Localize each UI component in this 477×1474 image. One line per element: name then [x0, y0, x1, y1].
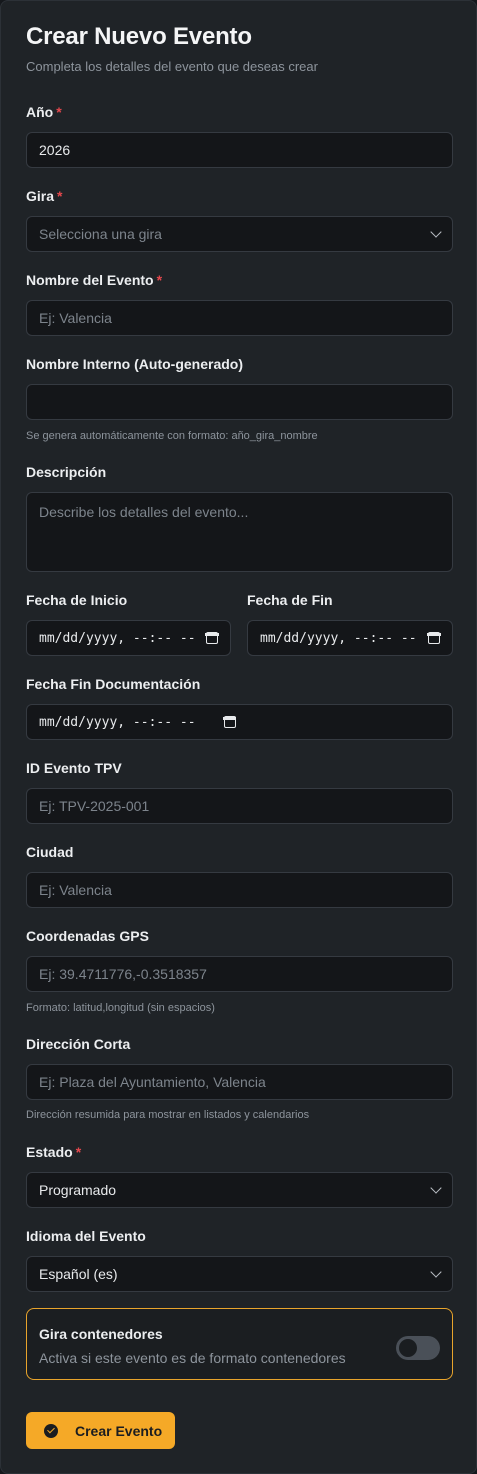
start-date-value: mm/dd/yyyy, --:-- -- — [39, 630, 196, 646]
container-tour-title: Gira contenedores — [39, 1326, 163, 1342]
event-name-input[interactable]: Ej: Valencia — [26, 300, 453, 336]
internal-name-label: Nombre Interno (Auto-generado) — [26, 356, 243, 372]
tour-label: Gira * — [26, 188, 63, 204]
description-placeholder: Describe los detalles del evento... — [39, 504, 249, 520]
tour-select[interactable]: Selecciona una gira — [26, 216, 453, 252]
city-placeholder: Ej: Valencia — [39, 882, 112, 898]
calendar-icon[interactable] — [427, 632, 441, 644]
end-date-value: mm/dd/yyyy, --:-- -- — [260, 630, 417, 646]
create-event-button-label: Crear Evento — [75, 1422, 163, 1439]
chevron-down-icon — [430, 1182, 442, 1194]
start-date-input[interactable]: mm/dd/yyyy, --:-- -- — [26, 620, 231, 656]
container-tour-panel: Gira contenedores Activa si este evento … — [26, 1308, 453, 1380]
doc-end-date-value: mm/dd/yyyy, --:-- -- — [39, 714, 196, 730]
page-subtitle: Completa los detalles del evento que des… — [26, 59, 318, 74]
year-value: 2026 — [39, 142, 71, 158]
short-address-label: Dirección Corta — [26, 1036, 131, 1052]
short-address-help: Dirección resumida para mostrar en lista… — [26, 1109, 310, 1121]
status-select-value: Programado — [39, 1182, 117, 1198]
container-tour-description: Activa si este evento es de formato cont… — [39, 1350, 346, 1366]
status-select[interactable]: Programado — [26, 1172, 453, 1208]
city-input[interactable]: Ej: Valencia — [26, 872, 453, 908]
container-tour-toggle[interactable] — [396, 1336, 440, 1360]
toggle-knob — [399, 1339, 417, 1357]
language-select[interactable]: Español (es) — [26, 1256, 453, 1292]
description-label: Descripción — [26, 464, 107, 480]
chevron-down-icon — [430, 1266, 442, 1278]
description-textarea[interactable]: Describe los detalles del evento... — [26, 492, 453, 572]
create-event-card: Crear Nuevo Evento Completa los detalles… — [0, 0, 477, 1474]
required-mark: * — [156, 272, 163, 288]
short-address-placeholder: Ej: Plaza del Ayuntamiento, Valencia — [39, 1074, 266, 1090]
chevron-down-icon — [430, 226, 442, 238]
year-label: Año * — [26, 104, 62, 120]
internal-name-help: Se genera automáticamente con formato: a… — [26, 430, 318, 442]
tpv-id-input[interactable]: Ej: TPV-2025-001 — [26, 788, 453, 824]
event-name-placeholder: Ej: Valencia — [39, 310, 112, 326]
page-title: Crear Nuevo Evento — [26, 23, 252, 50]
tpv-id-placeholder: Ej: TPV-2025-001 — [39, 798, 150, 814]
doc-end-date-label: Fecha Fin Documentación — [26, 676, 201, 692]
status-label: Estado * — [26, 1144, 82, 1160]
event-name-label: Nombre del Evento * — [26, 272, 163, 288]
internal-name-input[interactable] — [26, 384, 453, 420]
language-label: Idioma del Evento — [26, 1228, 146, 1244]
end-date-label: Fecha de Fin — [247, 592, 333, 608]
calendar-icon[interactable] — [205, 632, 219, 644]
gps-help: Formato: latitud,longitud (sin espacios) — [26, 1002, 215, 1014]
required-mark: * — [75, 1144, 82, 1160]
doc-end-date-input[interactable]: mm/dd/yyyy, --:-- -- — [26, 704, 453, 740]
calendar-icon[interactable] — [222, 716, 237, 728]
gps-placeholder: Ej: 39.4711776,-0.3518357 — [39, 966, 207, 982]
end-date-input[interactable]: mm/dd/yyyy, --:-- -- — [247, 620, 453, 656]
required-mark: * — [56, 104, 62, 120]
city-label: Ciudad — [26, 844, 74, 860]
create-event-button[interactable]: Crear Evento — [26, 1412, 175, 1449]
year-input[interactable]: 2026 — [26, 132, 453, 168]
required-mark: * — [57, 188, 63, 204]
tpv-id-label: ID Evento TPV — [26, 760, 122, 776]
tour-select-value: Selecciona una gira — [39, 226, 162, 242]
language-select-value: Español (es) — [39, 1266, 118, 1282]
check-circle-icon — [44, 1423, 58, 1438]
gps-label: Coordenadas GPS — [26, 928, 149, 944]
start-date-label: Fecha de Inicio — [26, 592, 128, 608]
short-address-input[interactable]: Ej: Plaza del Ayuntamiento, Valencia — [26, 1064, 453, 1100]
gps-input[interactable]: Ej: 39.4711776,-0.3518357 — [26, 956, 453, 992]
